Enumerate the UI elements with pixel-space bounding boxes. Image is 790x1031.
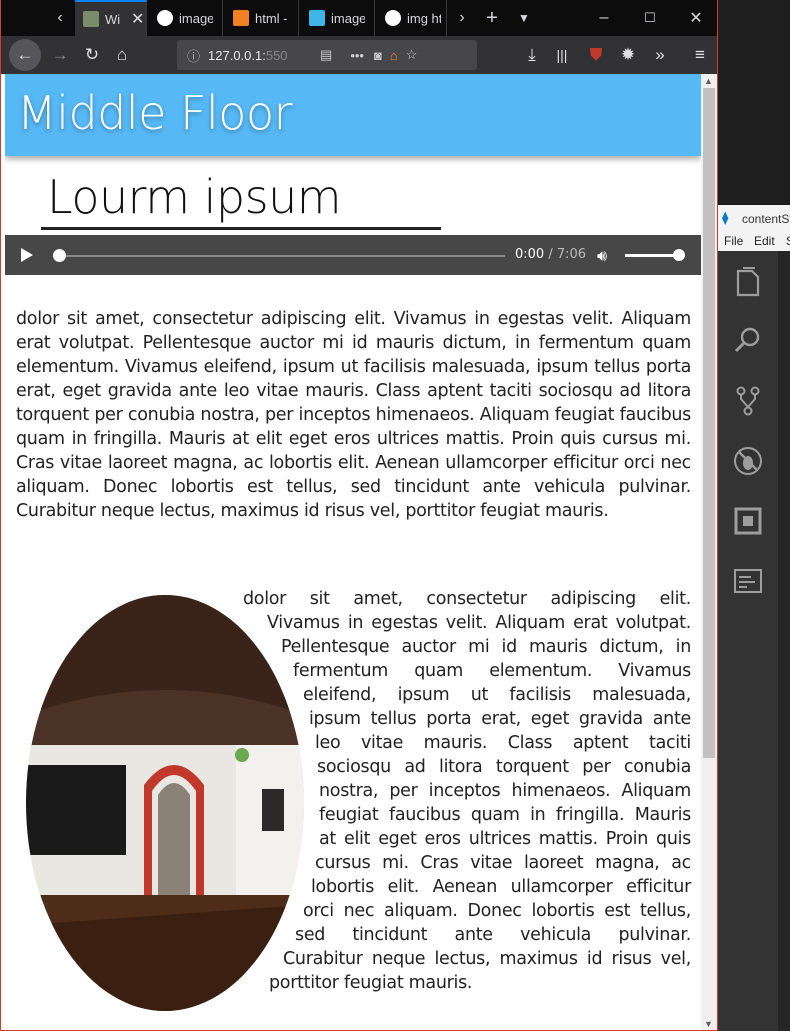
tab-4[interactable]: image [301, 0, 375, 36]
scrollbar-thumb[interactable] [703, 88, 715, 758]
tab-3[interactable]: html - [225, 0, 299, 36]
tab-5-title: img ht [407, 10, 441, 26]
tab-list-chevron-down-icon[interactable]: ▼ [509, 0, 539, 36]
vscode-sidebar-edge [778, 251, 790, 1031]
address-bar[interactable]: ⓘ 127.0.0.1:550 ▤ ••• ◙ ⌂ ☆ [177, 40, 477, 70]
tab-1-close-icon[interactable]: ✕ [131, 9, 144, 29]
tab-scroll-left-icon[interactable]: ‹ [45, 0, 75, 36]
overflow-chevron-icon[interactable]: » [645, 36, 675, 74]
downloads-icon[interactable]: ⤓ [517, 36, 547, 74]
paragraph-1: dolor sit amet, consectetur adipiscing e… [16, 309, 691, 521]
paragraph-2-line: ipsum tellus porta erat, eget gravida an… [309, 709, 691, 729]
tab-scroll-right-icon[interactable]: › [447, 0, 477, 36]
paragraph-2-line: feugiat faucibus quam in fringilla. Maur… [319, 805, 691, 825]
tab-2[interactable]: image [149, 0, 223, 36]
paragraph-2-line: lobortis elit. Aenean ullamcorper effici… [311, 877, 691, 897]
page-subtitle: Lourm ipsum [47, 170, 342, 224]
audio-progress-track[interactable] [59, 255, 505, 257]
vscode-logo-icon: ⧫ [722, 210, 729, 225]
volume-handle[interactable] [673, 249, 685, 261]
paragraph-2-line: sociosqu ad litora torquent per conubia [317, 757, 691, 777]
paragraph-2-line: eleifend, ipsum ut facilisis malesuada, [303, 685, 691, 705]
search-icon[interactable] [730, 323, 766, 359]
tab-5[interactable]: img ht [377, 0, 447, 36]
volume-icon[interactable]: 🔊︎ [597, 246, 607, 266]
menu-file[interactable]: File [724, 234, 743, 248]
vscode-menubar: File Edit S [718, 232, 790, 251]
source-control-icon[interactable] [730, 383, 766, 419]
extension-gear-icon[interactable]: ✹ [613, 36, 643, 74]
home-icon[interactable]: ⌂ [107, 36, 137, 74]
library-icon[interactable]: ||| [547, 36, 577, 74]
page-actions-icon[interactable]: ••• [350, 48, 364, 63]
nav-bar: ← → ↻ ⌂ ⓘ 127.0.0.1:550 ▤ ••• ◙ ⌂ ☆ ⤓ ||… [1, 36, 717, 74]
paragraph-2-line: Pellentesque auctor mi id mauris dictum,… [281, 637, 691, 657]
paragraph-2-line: at elit eget eros ultrices mattis. Proin… [319, 829, 691, 849]
paragraph-2-line: cursus mi. Cras vitae laoreet magna, ac [315, 853, 691, 873]
paragraph-2-line: Vivamus in egestas velit. Aliquam erat v… [267, 613, 691, 633]
maximize-icon[interactable]: ☐ [635, 0, 665, 36]
bookmark-star-icon[interactable]: ☆ [406, 47, 418, 63]
subtitle-block: Lourm ipsum [41, 170, 441, 230]
tab-3-title: html - [255, 10, 288, 26]
tab-bar: ‹ Wi ✕ image html - image img ht › + ▼ –… [1, 0, 717, 36]
page-scrollbar[interactable]: ▲ ▼ [701, 74, 717, 1030]
paragraph-2-line: leo vitae mauris. Class aptent taciti [315, 733, 691, 753]
audio-player: 0:00 / 7:06 🔊︎ [5, 235, 701, 275]
reload-icon[interactable]: ↻ [77, 36, 107, 74]
close-window-icon[interactable]: ✕ [681, 0, 711, 36]
audio-time: 0:00 / 7:06 [515, 247, 587, 262]
google-icon [157, 10, 173, 26]
forward-button-icon[interactable]: → [45, 36, 75, 74]
stackoverflow-icon [233, 10, 249, 26]
paragraph-2-line: fermentum quam elementum. Vivamus [293, 661, 691, 681]
menu-selection[interactable]: S [786, 234, 790, 248]
paragraph-2-line: dolor sit amet, consectetur adipiscing e… [243, 589, 691, 609]
paragraph-2-line: sed tincidunt ante vehicula pulvinar. [295, 925, 691, 945]
site-info-icon[interactable]: ⓘ [187, 46, 200, 65]
scroll-up-icon[interactable]: ▲ [704, 76, 713, 86]
scroll-down-icon[interactable]: ▼ [704, 1019, 713, 1029]
tab-4-title: image [331, 10, 365, 26]
tab-1[interactable]: Wi ✕ [75, 0, 147, 36]
pocket-icon[interactable]: ◙ [374, 48, 382, 63]
browser-window: ‹ Wi ✕ image html - image img ht › + ▼ –… [0, 0, 718, 1031]
paragraph-2-line: Curabitur neque lectus, maximus id risus… [283, 949, 691, 969]
tab-1-favicon-icon [83, 11, 99, 27]
home-extension-icon[interactable]: ⌂ [390, 48, 398, 63]
audio-progress-handle[interactable] [53, 249, 66, 262]
vscode-titlebar: ⧫ contentSt [718, 205, 790, 232]
tab-1-title: Wi [105, 11, 121, 27]
page-header: Middle Floor [5, 74, 701, 156]
menu-edit[interactable]: Edit [754, 234, 775, 248]
explorer-icon[interactable] [730, 265, 766, 301]
outline-icon[interactable] [730, 563, 766, 599]
paragraph-2: dolor sit amet, consectetur adipiscing e… [243, 587, 691, 995]
address-url: 127.0.0.1:550 [208, 47, 288, 63]
paragraph-2-line: orci nec aliquam. Donec lobortis est tel… [303, 901, 691, 921]
new-tab-icon[interactable]: + [477, 0, 507, 36]
debug-icon[interactable] [730, 443, 766, 479]
web-page: Middle Floor Lourm ipsum 0:00 / 7:06 🔊︎ … [5, 74, 701, 1030]
paragraph-2-line: porttitor feugiat mauris. [269, 973, 473, 993]
tab-bar-spacer [1, 0, 45, 36]
vscode-title: contentSt [742, 212, 790, 226]
tab-2-title: image [179, 10, 213, 26]
activity-bar [718, 251, 778, 1031]
google-icon [385, 10, 401, 26]
volume-slider[interactable] [625, 254, 679, 257]
page-title: Middle Floor [17, 86, 293, 140]
vscode-window: ⧫ contentSt File Edit S [718, 0, 790, 1031]
paragraph-2-line: nostra, per inceptos himenaeos. Aliquam [319, 781, 691, 801]
back-button-icon[interactable]: ← [9, 39, 41, 71]
reader-view-icon[interactable]: ▤ [320, 47, 332, 63]
minimize-icon[interactable]: – [589, 0, 619, 36]
ublock-icon[interactable]: ⛊ [581, 36, 611, 74]
tab-4-favicon-icon [309, 10, 325, 26]
play-icon[interactable] [21, 248, 33, 262]
extensions-icon[interactable] [730, 503, 766, 539]
menu-icon[interactable]: ≡ [685, 36, 715, 74]
